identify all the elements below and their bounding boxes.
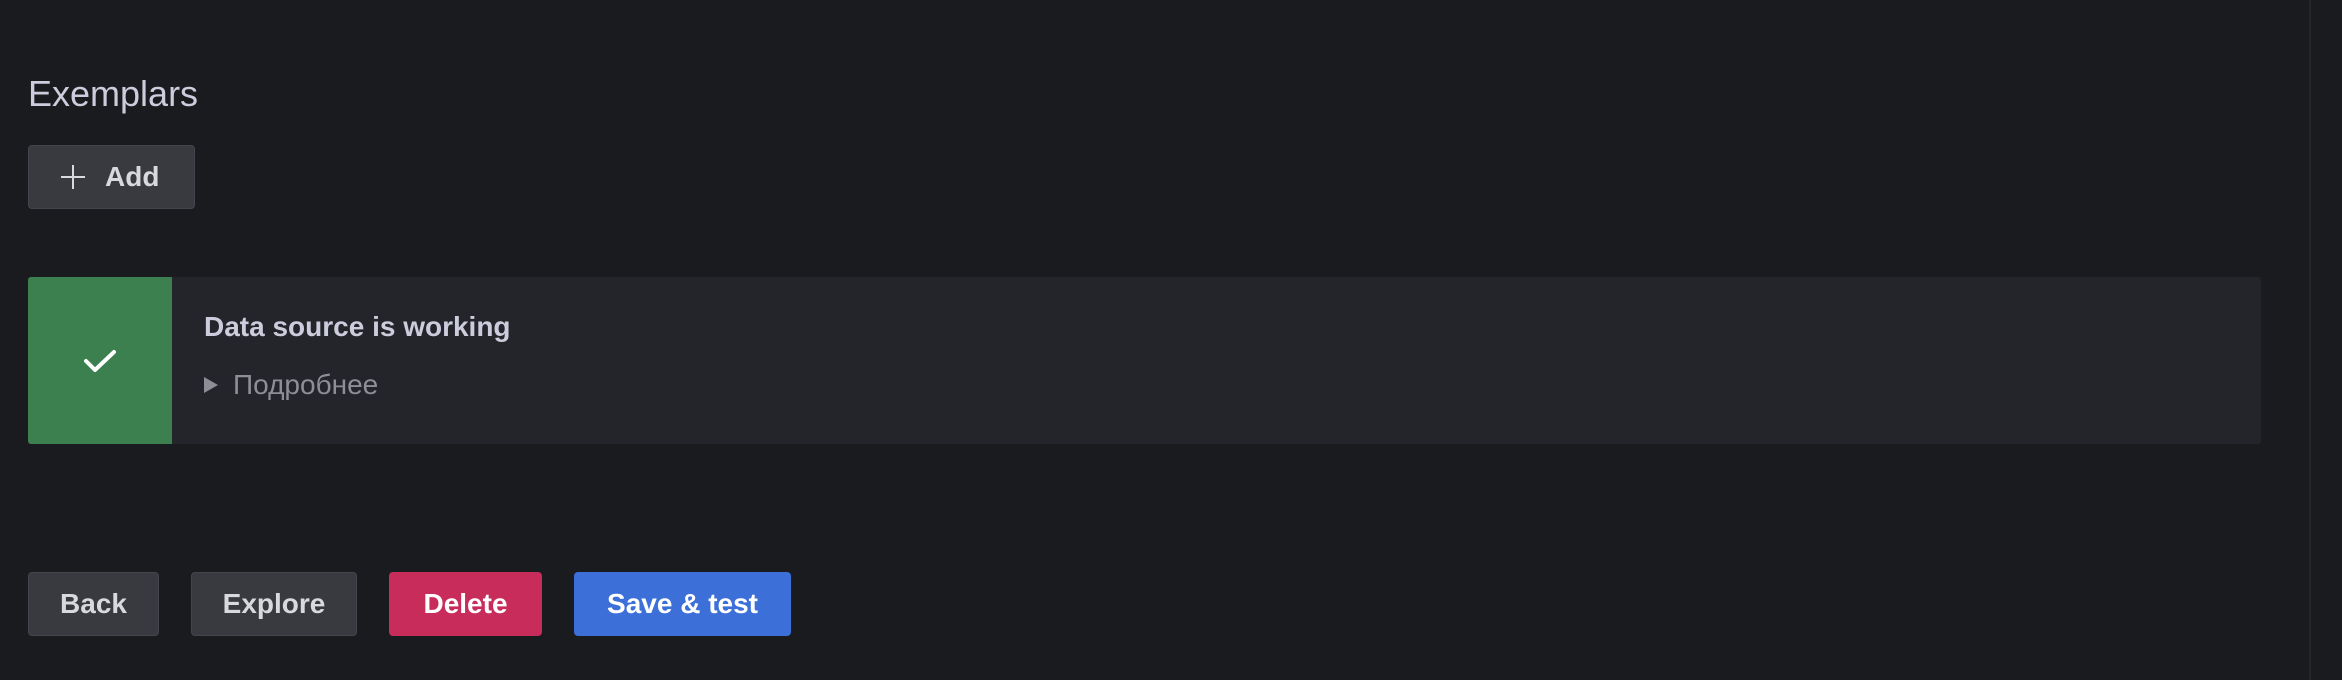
alert-details-toggle[interactable]: Подробнее <box>204 369 511 401</box>
datasource-settings-page: Exemplars Add Data source is working Под… <box>0 0 2342 680</box>
alert-title: Data source is working <box>204 311 511 342</box>
save-and-test-button[interactable]: Save & test <box>574 572 791 636</box>
explore-button[interactable]: Explore <box>191 572 357 636</box>
delete-button[interactable]: Delete <box>389 572 542 636</box>
scrollbar-track[interactable] <box>2309 0 2311 680</box>
exemplars-section-title: Exemplars <box>28 73 199 114</box>
alert-details-label: Подробнее <box>233 369 379 400</box>
add-exemplar-button[interactable]: Add <box>28 145 195 209</box>
caret-right-icon <box>204 377 218 393</box>
datasource-status-alert: Data source is working Подробнее <box>28 277 2261 444</box>
plus-icon <box>61 165 85 189</box>
check-icon <box>84 349 116 372</box>
success-icon-box <box>28 277 172 444</box>
back-button[interactable]: Back <box>28 572 159 636</box>
alert-body: Data source is working Подробнее <box>172 277 511 444</box>
add-exemplar-label: Add <box>105 161 160 192</box>
